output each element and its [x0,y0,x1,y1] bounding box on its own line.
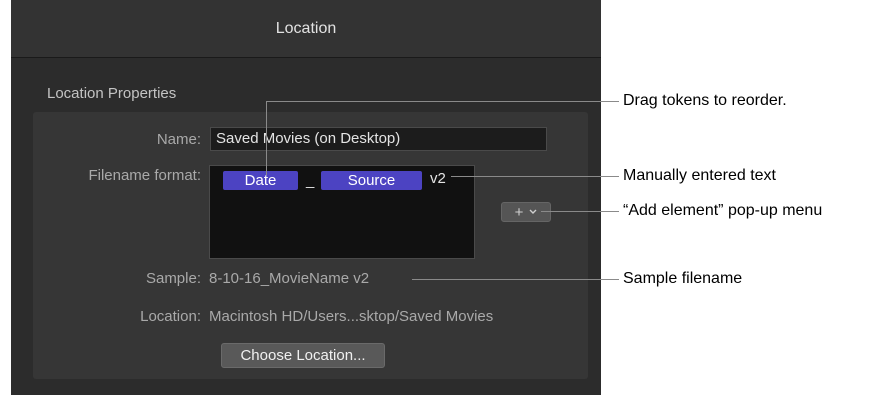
callout-line-manual [451,176,619,177]
token-separator: _ [306,172,315,189]
name-label: Name: [156,131,201,148]
callout-manual: Manually entered text [623,167,776,184]
token-date[interactable]: Date [223,171,298,190]
window-title: Location [275,19,337,37]
title-bar: Location [11,0,601,58]
callout-line-drag-vertical [266,101,267,175]
callout-drag: Drag tokens to reorder. [623,92,787,109]
name-field[interactable]: Saved Movies (on Desktop) [210,127,547,151]
typed-text[interactable]: v2 [430,170,446,187]
section-title: Location Properties [47,85,177,102]
callout-line-add-menu [541,211,619,212]
callout-line-sample [412,279,619,280]
callout-sample: Sample filename [623,270,743,287]
sample-label: Sample: [145,270,201,287]
add-element-button[interactable]: + [501,202,551,222]
location-value: Macintosh HD/Users...sktop/Saved Movies [209,308,494,325]
sample-value: 8-10-16_MovieName v2 [209,270,370,287]
location-panel: Location Location Properties Name: Saved… [11,0,601,395]
callout-line-drag [266,101,619,102]
filename-format-label: Filename format: [88,167,201,184]
callout-add-menu: “Add element” pop-up menu [623,202,823,219]
chevron-down-icon [529,209,537,214]
token-source[interactable]: Source [321,171,422,190]
filename-format-field[interactable]: Date _ Source v2 [209,165,475,259]
location-label: Location: [140,308,201,325]
plus-icon: + [514,203,524,221]
choose-location-button[interactable]: Choose Location... [221,343,385,368]
